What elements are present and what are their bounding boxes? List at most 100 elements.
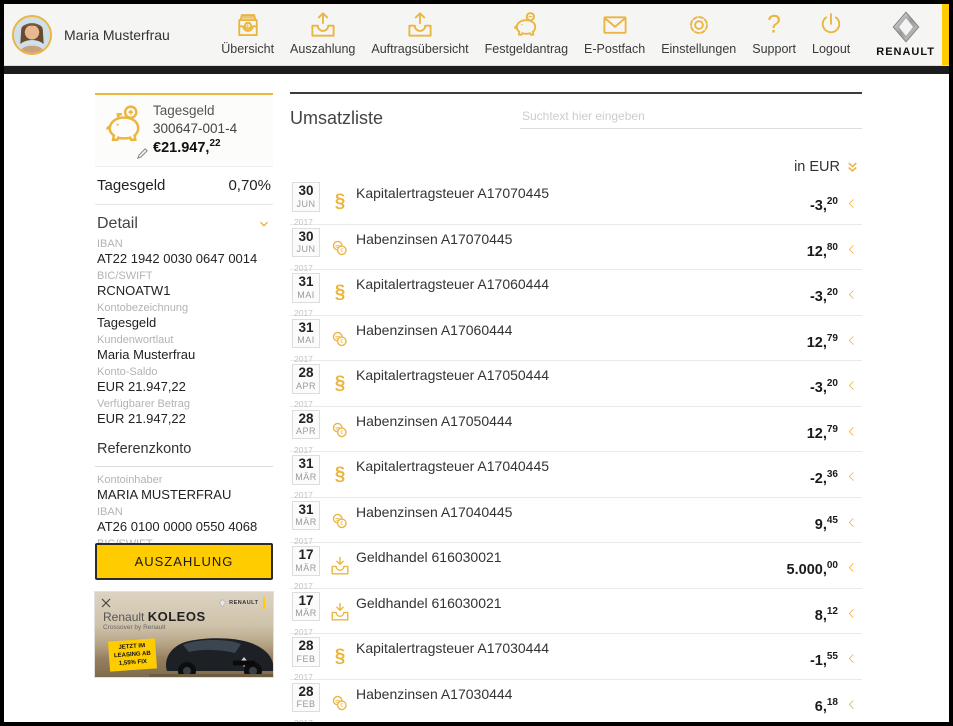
transaction-amount: 6,18 xyxy=(815,697,838,715)
drawer-euro-icon: € xyxy=(233,10,263,40)
date-day: 31 xyxy=(293,321,319,336)
app-window: Maria Musterfrau € Übersicht Auszahlung … xyxy=(0,0,953,726)
transaction-row[interactable]: 17 MÄR 2017 Geldhandel 616030021 8,12 xyxy=(290,589,862,635)
reference-account-title: Referenzkonto xyxy=(95,427,273,467)
nav-item-logout[interactable]: Logout xyxy=(804,10,858,56)
transaction-description: Habenzinsen A17030444 xyxy=(356,686,512,702)
chevron-left-icon[interactable] xyxy=(845,698,858,711)
chevron-left-icon[interactable] xyxy=(845,334,858,347)
nav-item-e-postfach[interactable]: E-Postfach xyxy=(576,10,653,56)
field-label: Kundenwortlaut xyxy=(97,334,271,346)
svg-text:?: ? xyxy=(767,10,781,38)
coins-icon: € xyxy=(329,701,351,718)
chevron-left-icon[interactable] xyxy=(845,652,858,665)
date-day: 31 xyxy=(293,457,319,472)
transaction-description: Habenzinsen A17040445 xyxy=(356,504,512,520)
detail-field: IBAN AT26 0100 0000 0550 4068 xyxy=(95,503,273,535)
transaction-row[interactable]: 30 JUN 2017 € Habenzinsen A17070445 12,8… xyxy=(290,225,862,271)
transaction-row[interactable]: 28 APR 2017 § Kapitalertragsteuer A17050… xyxy=(290,361,862,407)
transaction-amount: 12,80 xyxy=(807,242,838,260)
transaction-date: 28 APR xyxy=(292,364,320,394)
date-month: APR xyxy=(293,426,319,436)
transaction-amount: 5.000,00 xyxy=(787,560,838,578)
transaction-row[interactable]: 31 MAI 2017 § Kapitalertragsteuer A17060… xyxy=(290,270,862,316)
transaction-amount: 12,79 xyxy=(807,333,838,351)
transaction-amount: 8,12 xyxy=(815,606,838,624)
date-day: 28 xyxy=(293,639,319,654)
transaction-date: 30 JUN xyxy=(292,228,320,258)
chevron-left-icon[interactable] xyxy=(845,425,858,438)
nav-item-festgeldantrag[interactable]: Festgeldantrag xyxy=(477,10,576,56)
chevron-left-icon[interactable] xyxy=(845,243,858,256)
currency-sort[interactable]: in EUR xyxy=(290,159,862,175)
field-label: IBAN xyxy=(97,506,271,518)
account-number: 300647-001-4 xyxy=(153,120,237,138)
detail-field: BIC/SWIFT RCNOATW1 xyxy=(95,267,273,299)
date-month: MAI xyxy=(293,290,319,300)
paragraph-icon: § xyxy=(335,464,346,485)
transaction-row[interactable]: 28 FEB 2017 € Habenzinsen A17030444 6,18 xyxy=(290,680,862,726)
paragraph-icon: § xyxy=(335,646,346,667)
transaction-description: Habenzinsen A17060444 xyxy=(356,322,512,338)
coins-icon: € xyxy=(329,246,351,263)
nav-item-label: Übersicht xyxy=(221,42,274,56)
transaction-row[interactable]: 28 APR 2017 € Habenzinsen A17050444 12,7… xyxy=(290,407,862,453)
date-month: JUN xyxy=(293,199,319,209)
avatar xyxy=(12,15,52,55)
close-icon[interactable] xyxy=(100,596,112,608)
transaction-row[interactable]: 28 FEB 2017 § Kapitalertragsteuer A17030… xyxy=(290,634,862,680)
chevron-left-icon[interactable] xyxy=(845,470,858,483)
transaction-description: Habenzinsen A17070445 xyxy=(356,231,512,247)
double-chevron-down-icon xyxy=(845,160,860,175)
ad-banner[interactable]: Renault KOLEOS Crossover by Renault RENA… xyxy=(95,592,273,677)
chevron-left-icon[interactable] xyxy=(845,379,858,392)
transaction-row[interactable]: 30 JUN 2017 § Kapitalertragsteuer A17070… xyxy=(290,179,862,225)
deposit-tray-icon xyxy=(329,564,351,581)
svg-text:€: € xyxy=(340,339,343,345)
currency-label: in EUR xyxy=(794,159,840,175)
transaction-list: 30 JUN 2017 § Kapitalertragsteuer A17070… xyxy=(290,179,862,725)
transaction-date: 31 MÄR xyxy=(292,501,320,531)
chevron-left-icon[interactable] xyxy=(845,197,858,210)
detail-section-header[interactable]: Detail xyxy=(95,205,273,235)
page-title: Umsatzliste xyxy=(290,108,383,129)
nav-item-label: Auftragsübersicht xyxy=(371,42,468,56)
brand-name: RENAULT xyxy=(876,46,935,58)
date-day: 30 xyxy=(293,230,319,245)
field-value: Tagesgeld xyxy=(97,315,271,330)
date-month: MÄR xyxy=(293,472,319,482)
payout-button[interactable]: AUSZAHLUNG xyxy=(95,543,273,580)
nav-item-einstellungen[interactable]: Einstellungen xyxy=(653,10,744,56)
transaction-row[interactable]: 17 MÄR 2017 Geldhandel 616030021 5.000,0… xyxy=(290,543,862,589)
nav-item-support[interactable]: ? Support xyxy=(744,10,804,56)
edit-pencil-icon[interactable] xyxy=(136,147,149,160)
transaction-row[interactable]: 31 MAI 2017 € Habenzinsen A17060444 12,7… xyxy=(290,316,862,362)
chevron-left-icon[interactable] xyxy=(845,516,858,529)
chevron-left-icon[interactable] xyxy=(845,561,858,574)
upload-tray-icon xyxy=(405,10,435,40)
transaction-amount: -3,20 xyxy=(810,287,838,305)
date-month: MÄR xyxy=(293,563,319,573)
field-value: AT22 1942 0030 0647 0014 xyxy=(97,251,271,266)
transaction-amount: -3,20 xyxy=(810,378,838,396)
svg-text:€: € xyxy=(340,703,343,709)
detail-field: Kundenwortlaut Maria Musterfrau xyxy=(95,331,273,363)
date-day: 30 xyxy=(293,184,319,199)
nav-item-auszahlung[interactable]: Auszahlung xyxy=(282,10,363,56)
chevron-left-icon[interactable] xyxy=(845,607,858,620)
field-label: Verfügbarer Betrag xyxy=(97,398,271,410)
field-label: IBAN xyxy=(97,238,271,250)
detail-field: Konto-Saldo EUR 21.947,22 xyxy=(95,363,273,395)
transaction-row[interactable]: 31 MÄR 2017 § Kapitalertragsteuer A17040… xyxy=(290,452,862,498)
nav-item-auftrags-bersicht[interactable]: Auftragsübersicht xyxy=(363,10,476,56)
transaction-row[interactable]: 31 MÄR 2017 € Habenzinsen A17040445 9,45 xyxy=(290,498,862,544)
rate-value: 0,70% xyxy=(228,177,271,194)
sidebar: Tagesgeld 300647-001-4 €21.947,22 Tagesg… xyxy=(95,93,273,567)
rate-row: Tagesgeld 0,70% xyxy=(95,166,273,205)
search-input[interactable] xyxy=(520,106,862,129)
chevron-left-icon[interactable] xyxy=(845,288,858,301)
coins-icon: € xyxy=(329,428,351,445)
transaction-amount: 12,79 xyxy=(807,424,838,442)
nav-item--bersicht[interactable]: € Übersicht xyxy=(213,10,282,56)
account-card[interactable]: Tagesgeld 300647-001-4 €21.947,22 xyxy=(95,93,273,166)
